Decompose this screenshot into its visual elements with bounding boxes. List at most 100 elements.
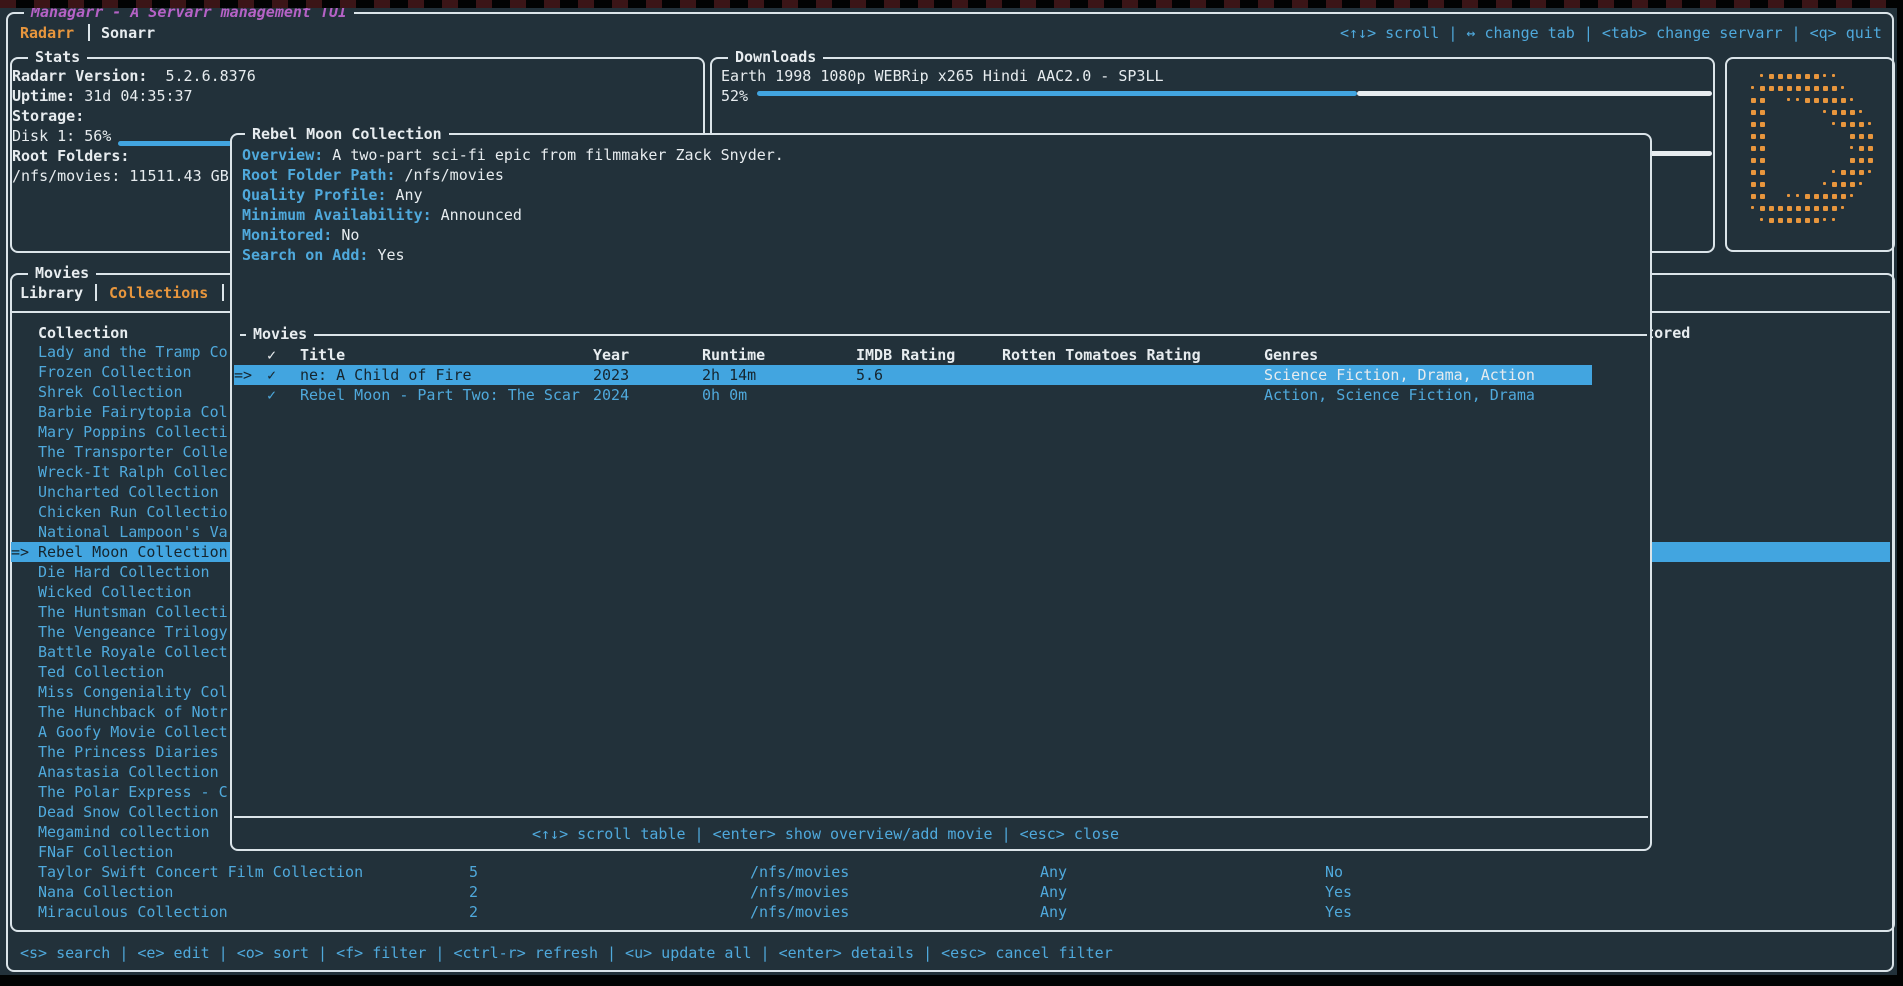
- stats-uptime-line: Uptime:31d 04:35:37: [12, 86, 193, 106]
- collection-list-item[interactable]: The Princess Diaries: [38, 742, 219, 762]
- stats-version-value: 5.2.6.8376: [165, 67, 255, 85]
- modal-field-label: Overview:: [242, 146, 323, 164]
- terminal-artifact-right: [1897, 0, 1903, 986]
- tab-library[interactable]: Library: [20, 283, 83, 303]
- downloads-panel-title: Downloads: [728, 47, 823, 67]
- collection-list-item[interactable]: The Hunchback of Notr: [38, 702, 228, 722]
- tab-collections[interactable]: Collections: [109, 283, 208, 303]
- collection-list-item[interactable]: Mary Poppins Collecti: [38, 422, 228, 442]
- cell-root-folder: /nfs/movies: [750, 902, 849, 922]
- modal-keybindings: <↑↓> scroll table | <enter> show overvie…: [532, 824, 1119, 844]
- cell-movie-count: 2: [469, 882, 478, 902]
- library-tab-divider: [95, 284, 97, 301]
- modal-field-label: Search on Add:: [242, 246, 368, 264]
- movie-row2-check: ✓: [267, 385, 276, 405]
- cell-monitored: Yes: [1325, 882, 1352, 902]
- modal-field-value: A two-part sci-fi epic from filmmaker Za…: [332, 146, 784, 164]
- modal-field-value: Yes: [377, 246, 404, 264]
- collection-list-item[interactable]: Ted Collection: [38, 662, 164, 682]
- collection-list-item[interactable]: The Huntsman Collecti: [38, 602, 228, 622]
- selected-movie-genres: Science Fiction, Drama, Action: [1264, 365, 1535, 385]
- movie-row2-year: 2024: [593, 385, 629, 405]
- download-percent-label: 52%: [721, 86, 748, 106]
- modal-field-label: Minimum Availability:: [242, 206, 432, 224]
- selected-movie-year: 2023: [593, 365, 629, 385]
- managarr-tui-screen: Managarr - A Servarr management TUI <↑↓>…: [0, 0, 1903, 986]
- terminal-artifact-top: [0, 0, 1903, 8]
- selected-collection-prefix: =>: [11, 542, 29, 562]
- selected-movie-runtime: 2h 14m: [702, 365, 756, 385]
- collection-list-item[interactable]: Lady and the Tramp Co: [38, 342, 228, 362]
- column-header-collection: Collection: [38, 323, 128, 343]
- stats-storage-label: Storage:: [12, 106, 84, 126]
- collection-list-item[interactable]: National Lampoon's Va: [38, 522, 228, 542]
- selected-collection-label[interactable]: Rebel Moon Collection: [38, 542, 228, 562]
- tab-sonarr[interactable]: Sonarr: [101, 23, 155, 43]
- download-progressbar-empty: [1357, 91, 1712, 96]
- modal-field-label: Root Folder Path:: [242, 166, 396, 184]
- movie-row2-runtime: 0h 0m: [702, 385, 747, 405]
- stats-version-label: Radarr Version:: [12, 67, 147, 85]
- library-panel-title: Movies: [28, 263, 96, 283]
- selected-movie-prefix: =>: [234, 365, 252, 385]
- bottom-keybindings: <s> search | <e> edit | <o> sort | <f> f…: [20, 943, 1113, 963]
- collection-list-item[interactable]: The Vengeance Trilogy: [38, 622, 228, 642]
- modal-field: Overview: A two-part sci-fi epic from fil…: [242, 145, 784, 165]
- collection-list-item[interactable]: FNaF Collection: [38, 842, 173, 862]
- modal-title: Rebel Moon Collection: [245, 124, 449, 144]
- movies-header-year: Year: [593, 345, 629, 365]
- collection-list-item[interactable]: The Transporter Colle: [38, 442, 228, 462]
- cell-root-folder: /nfs/movies: [750, 882, 849, 902]
- modal-field: Minimum Availability: Announced: [242, 205, 522, 225]
- collection-list-item[interactable]: Wicked Collection: [38, 582, 192, 602]
- modal-field: Monitored: No: [242, 225, 359, 245]
- collection-list-item[interactable]: Miss Congeniality Col: [38, 682, 228, 702]
- collection-list-item[interactable]: Dead Snow Collection: [38, 802, 219, 822]
- modal-movies-rule: [240, 334, 1647, 336]
- collection-list-item[interactable]: Barbie Fairytopia Col: [38, 402, 228, 422]
- stats-uptime-label: Uptime:: [12, 87, 75, 105]
- cell-quality-profile: Any: [1040, 882, 1067, 902]
- collection-list-item[interactable]: Frozen Collection: [38, 362, 192, 382]
- collection-list-item[interactable]: Die Hard Collection: [38, 562, 210, 582]
- download-progressbar-filled: [757, 91, 1357, 96]
- modal-field: Quality Profile: Any: [242, 185, 423, 205]
- movies-header-genres: Genres: [1264, 345, 1318, 365]
- download-item-title: Earth 1998 1080p WEBRip x265 Hindi AAC2.…: [721, 66, 1164, 86]
- movies-header-runtime: Runtime: [702, 345, 765, 365]
- cell-collection-name: Nana Collection: [38, 882, 173, 902]
- modal-field-value: No: [341, 226, 359, 244]
- tab-radarr[interactable]: Radarr: [20, 23, 74, 43]
- modal-footer-divider: [234, 816, 1648, 818]
- disk-usage-gauge: [118, 141, 232, 146]
- modal-field-value: Any: [396, 186, 423, 204]
- stats-disk-line: Disk 1: 56%: [12, 126, 111, 146]
- collections-tab-divider: [222, 284, 224, 301]
- top-keybindings: <↑↓> scroll | ↔ change tab | <tab> chang…: [1340, 23, 1882, 43]
- collection-list-item[interactable]: The Polar Express - C: [38, 782, 228, 802]
- cell-quality-profile: Any: [1040, 862, 1067, 882]
- modal-field-label: Monitored:: [242, 226, 332, 244]
- movies-header-imdb: IMDB Rating: [856, 345, 955, 365]
- terminal-artifact-bottom: [0, 975, 1903, 986]
- selected-movie-imdb: 5.6: [856, 365, 883, 385]
- collection-details-modal: Rebel Moon Collection Overview:A two-par…: [230, 133, 1652, 851]
- movie-row2-title[interactable]: Rebel Moon - Part Two: The Scar: [300, 385, 580, 405]
- modal-field-label: Quality Profile:: [242, 186, 387, 204]
- stats-panel-title: Stats: [28, 47, 87, 67]
- collection-list-item[interactable]: Anastasia Collection: [38, 762, 219, 782]
- movies-header-check: ✓: [267, 345, 276, 365]
- stats-rootfolder-value: /nfs/movies: 11511.43 GB: [12, 166, 229, 186]
- collection-list-item[interactable]: Battle Royale Collect: [38, 642, 228, 662]
- collection-list-item[interactable]: Uncharted Collection: [38, 482, 219, 502]
- collection-list-item[interactable]: Chicken Run Collectio: [38, 502, 228, 522]
- collection-list-item[interactable]: A Goofy Movie Collect: [38, 722, 228, 742]
- cell-movie-count: 2: [469, 902, 478, 922]
- selected-movie-title[interactable]: ne: A Child of Fire: [300, 365, 472, 385]
- cell-quality-profile: Any: [1040, 902, 1067, 922]
- collection-list-item[interactable]: Shrek Collection: [38, 382, 183, 402]
- movies-header-rotten-tomatoes: Rotten Tomatoes Rating: [1002, 345, 1201, 365]
- modal-field-value: Announced: [441, 206, 522, 224]
- collection-list-item[interactable]: Megamind collection: [38, 822, 210, 842]
- collection-list-item[interactable]: Wreck-It Ralph Collec: [38, 462, 228, 482]
